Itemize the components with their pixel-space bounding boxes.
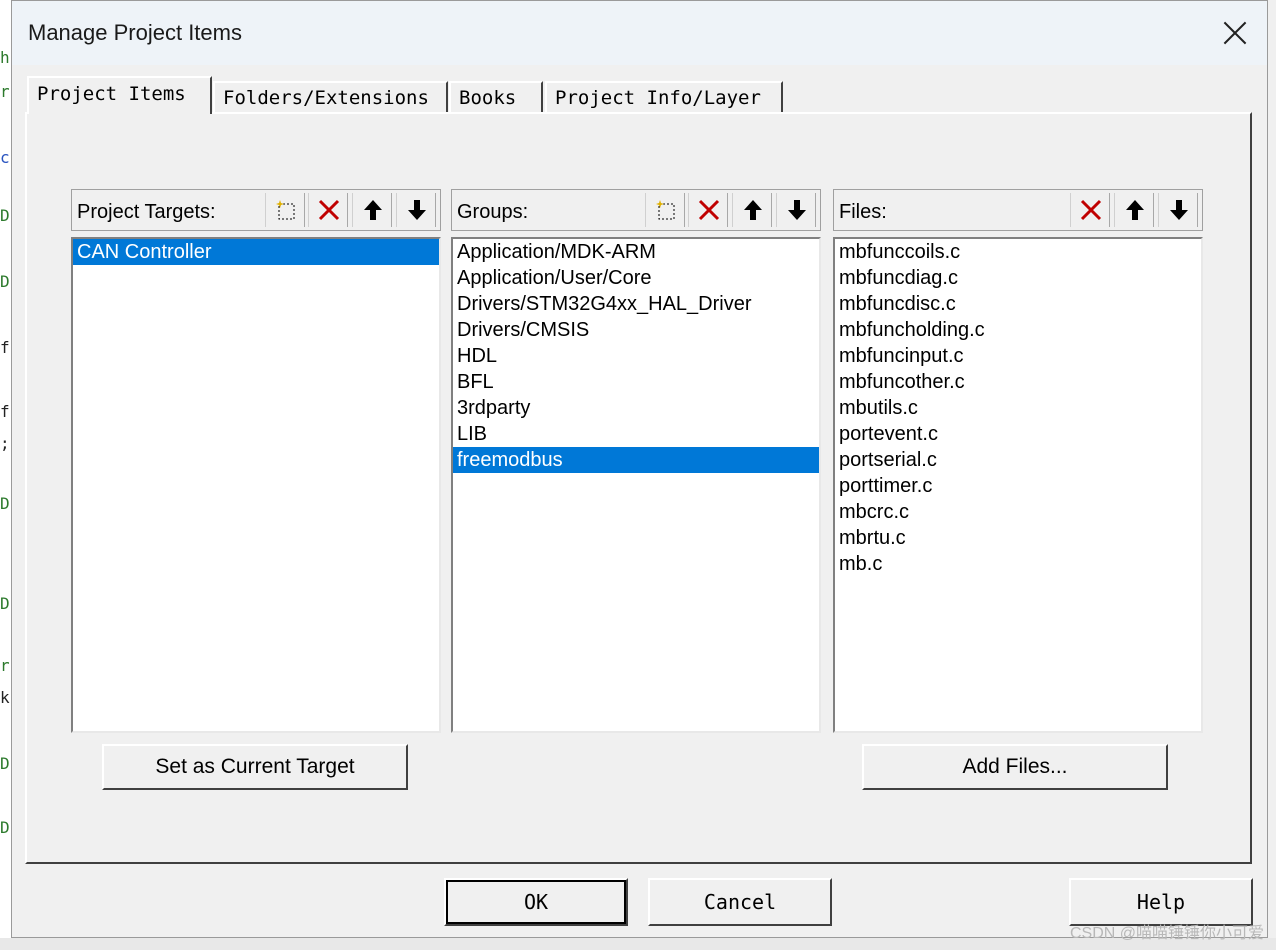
move-target-down-button[interactable] [396, 193, 436, 227]
delete-group-button[interactable] [688, 193, 728, 227]
list-item[interactable]: porttimer.c [835, 473, 1201, 499]
list-item[interactable]: Application/MDK-ARM [453, 239, 819, 265]
list-item[interactable]: mbfuncinput.c [835, 343, 1201, 369]
delete-icon [698, 199, 720, 221]
list-item[interactable]: mbfuncholding.c [835, 317, 1201, 343]
manage-project-items-dialog: Manage Project Items Project Items Folde… [11, 0, 1268, 938]
groups-listbox[interactable]: Application/MDK-ARM Application/User/Core… [451, 237, 821, 733]
files-label: Files: [839, 201, 887, 223]
cancel-button[interactable]: Cancel [648, 878, 832, 926]
tab-label: Project Items [37, 83, 186, 105]
list-item[interactable]: mbfuncdisc.c [835, 291, 1201, 317]
delete-file-button[interactable] [1070, 193, 1110, 227]
delete-icon [1080, 199, 1102, 221]
list-item[interactable]: Application/User/Core [453, 265, 819, 291]
arrow-down-icon [788, 200, 806, 220]
list-item[interactable]: freemodbus [453, 447, 819, 473]
new-item-icon [656, 200, 675, 220]
delete-target-button[interactable] [308, 193, 348, 227]
list-item[interactable]: mbrtu.c [835, 525, 1201, 551]
move-group-down-button[interactable] [776, 193, 816, 227]
list-item[interactable]: mbfuncother.c [835, 369, 1201, 395]
list-item[interactable]: mbfunccoils.c [835, 239, 1201, 265]
tab-folders-extensions[interactable]: Folders/Extensions [213, 81, 448, 113]
targets-listbox[interactable]: CAN Controller [71, 237, 441, 733]
groups-header: Groups: [451, 189, 821, 231]
tab-project-items[interactable]: Project Items [27, 76, 212, 114]
move-group-up-button[interactable] [732, 193, 772, 227]
new-target-button[interactable] [265, 193, 305, 227]
list-item[interactable]: Drivers/CMSIS [453, 317, 819, 343]
arrow-down-icon [408, 200, 426, 220]
arrow-up-icon [364, 200, 382, 220]
tab-project-info-layer[interactable]: Project Info/Layer [545, 81, 783, 113]
move-target-up-button[interactable] [352, 193, 392, 227]
list-item[interactable]: BFL [453, 369, 819, 395]
add-files-button[interactable]: Add Files... [862, 744, 1168, 790]
list-item[interactable]: mbcrc.c [835, 499, 1201, 525]
tab-label: Folders/Extensions [223, 87, 429, 109]
list-item[interactable]: CAN Controller [73, 239, 439, 265]
move-file-up-button[interactable] [1114, 193, 1154, 227]
new-group-button[interactable] [645, 193, 685, 227]
list-item[interactable]: Drivers/STM32G4xx_HAL_Driver [453, 291, 819, 317]
tab-books[interactable]: Books [449, 81, 543, 113]
files-header: Files: [833, 189, 1203, 231]
ok-button[interactable]: OK [444, 878, 628, 926]
arrow-up-icon [1126, 200, 1144, 220]
list-item[interactable]: mb.c [835, 551, 1201, 577]
list-item[interactable]: HDL [453, 343, 819, 369]
arrow-down-icon [1170, 200, 1188, 220]
tab-label: Project Info/Layer [555, 87, 761, 109]
title-bar: Manage Project Items [12, 1, 1267, 65]
list-item[interactable]: mbfuncdiag.c [835, 265, 1201, 291]
targets-header: Project Targets: [71, 189, 441, 231]
targets-label: Project Targets: [77, 201, 216, 223]
close-icon[interactable] [1217, 15, 1253, 51]
watermark-text: CSDN @喵喵锤锤你小可爱 [1069, 925, 1264, 942]
groups-label: Groups: [457, 201, 529, 223]
list-item[interactable]: mbutils.c [835, 395, 1201, 421]
new-item-icon [276, 200, 295, 220]
list-item[interactable]: portserial.c [835, 447, 1201, 473]
move-file-down-button[interactable] [1158, 193, 1198, 227]
list-item[interactable]: 3rdparty [453, 395, 819, 421]
dialog-title: Manage Project Items [28, 20, 242, 45]
tab-label: Books [459, 87, 517, 109]
list-item[interactable]: LIB [453, 421, 819, 447]
arrow-up-icon [744, 200, 762, 220]
list-item[interactable]: portevent.c [835, 421, 1201, 447]
set-as-current-target-button[interactable]: Set as Current Target [102, 744, 408, 790]
delete-icon [318, 199, 340, 221]
files-listbox[interactable]: mbfunccoils.c mbfuncdiag.c mbfuncdisc.c mbf… [833, 237, 1203, 733]
